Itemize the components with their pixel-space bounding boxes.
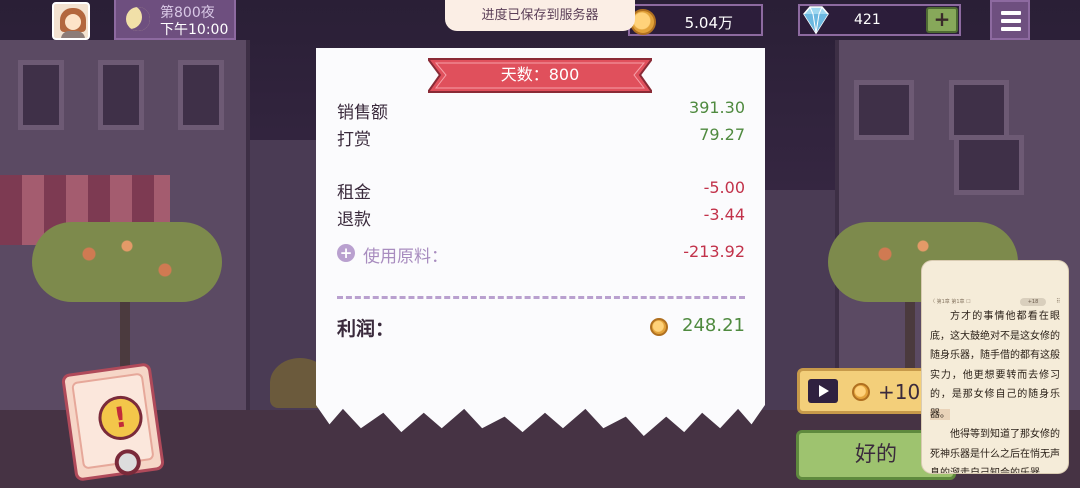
day-time-panel: 第800夜 下午10:00	[114, 0, 236, 40]
gem-amount: 421	[854, 12, 881, 28]
coin-balance: 5.04万	[628, 4, 763, 36]
rent-value: -5.00	[703, 178, 745, 197]
avatar-body	[61, 31, 85, 38]
video-play-icon	[808, 379, 838, 403]
sales-value: 391.30	[689, 98, 745, 117]
alert-card-face: !	[71, 372, 155, 478]
hamburger-icon	[1001, 19, 1021, 23]
buy-gems-button[interactable]: +	[926, 7, 958, 33]
hamburger-icon	[1001, 27, 1021, 31]
refund-label: 退款	[337, 210, 371, 230]
player-avatar[interactable]	[52, 2, 90, 40]
coin-icon	[650, 318, 668, 336]
watch-ad-button[interactable]: +10	[797, 368, 932, 414]
menu-button[interactable]	[990, 0, 1030, 40]
window	[98, 60, 144, 130]
coin-icon	[852, 383, 870, 401]
receipt-divider	[337, 296, 745, 299]
refund-row: 退款 -3.44	[337, 205, 745, 230]
avatar-face	[65, 14, 81, 30]
refund-value: -3.44	[703, 205, 745, 224]
expand-plus-icon[interactable]: +	[337, 244, 355, 262]
tips-row: 打赏 79.27	[337, 125, 745, 150]
window	[954, 135, 1024, 195]
day-title: 天数：800	[500, 65, 580, 84]
profit-value: 248.21	[682, 315, 745, 336]
floating-reader-window[interactable]: 〈 第1章 第1章 ☐ +18 ⠿ 方才的事情他都看在眼底，这大鼓绝对不是这女修…	[922, 261, 1068, 473]
moon-icon	[126, 7, 150, 31]
ingredients-row[interactable]: + 使用原料： -213.92	[337, 242, 745, 267]
tips-label: 打赏	[337, 130, 371, 150]
ingredients-value: -213.92	[683, 242, 745, 261]
coin-amount: 5.04万	[684, 14, 733, 32]
knob-icon	[113, 447, 143, 478]
rent-label: 租金	[337, 183, 371, 203]
hamburger-icon	[1001, 11, 1021, 15]
window	[178, 60, 224, 130]
reader-text: 方才的事情他都看在眼底，这大鼓绝对不是这女修的随身乐器，随手借的都有这般实力，他…	[930, 311, 1060, 400]
reader-paragraph: 他得等到知道了那女修的死神乐器是什么之后在悄无声息的溜走自己知会的乐器	[930, 429, 1060, 473]
alert-card-button[interactable]: !	[60, 362, 166, 482]
clock-time: 下午10:00	[160, 22, 229, 38]
window	[18, 60, 64, 130]
window	[854, 80, 914, 140]
reader-badge[interactable]: +18	[1020, 298, 1046, 306]
sales-label: 销售额	[337, 103, 388, 123]
reader-highlight: 器。	[930, 408, 950, 420]
exclamation-icon: !	[95, 393, 146, 443]
save-toast: 进度已保存到服务器	[445, 0, 635, 31]
diamond-icon	[803, 6, 829, 35]
tips-value: 79.27	[699, 125, 745, 144]
gem-balance: 421 +	[798, 4, 961, 36]
reader-menu-icon[interactable]: ⠿	[1056, 298, 1060, 305]
flower-tree	[32, 222, 222, 302]
reader-paragraph: 方才的事情他都看在眼底，这大鼓绝对不是这女修的随身乐器，随手借的都有这般实力，他…	[930, 307, 1060, 424]
reader-chapter[interactable]: 〈 第1章 第1章 ☐	[930, 298, 971, 305]
window	[949, 80, 1009, 140]
ad-reward-amount: +10	[878, 380, 921, 404]
ingredients-label: 使用原料：	[363, 247, 448, 267]
rent-row: 租金 -5.00	[337, 178, 745, 203]
sales-row: 销售额 391.30	[337, 98, 745, 123]
profit-label: 利润：	[337, 318, 395, 340]
